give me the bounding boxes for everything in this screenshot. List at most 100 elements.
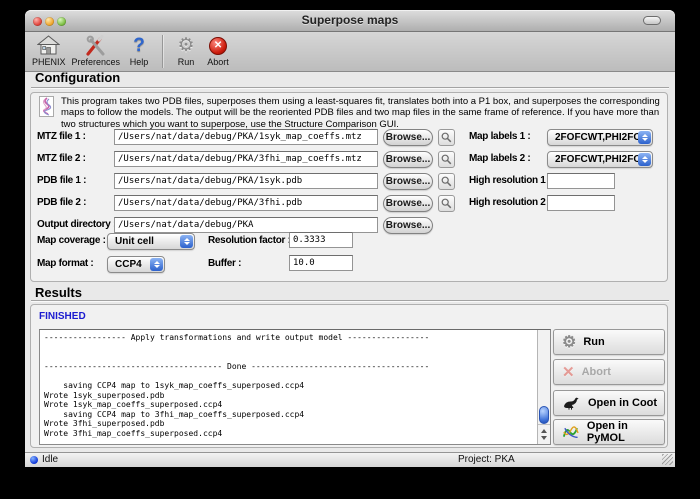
map-coverage-dropdown[interactable]: Unit cell [107,233,195,250]
status-bar: Idle Project: PKA [25,452,675,467]
program-description: This program takes two PDB files, superp… [61,96,661,130]
map-coverage-label: Map coverage : [37,235,106,246]
mtz-file-2-view-button[interactable] [438,151,455,168]
magnifier-icon [441,132,452,143]
zoom-button[interactable] [57,17,66,26]
toolbar-item-run[interactable]: ⚙ Run [173,34,199,67]
abort-x-icon: ✕ [562,363,575,381]
pdb-file-1-view-button[interactable] [438,173,455,190]
configuration-panel: This program takes two PDB files, superp… [30,92,668,282]
mtz-file-2-label: MTZ file 2 : [37,153,86,164]
resolution-factor-label: Resolution factor : [208,235,291,246]
dropdown-stepper-icon [638,131,651,144]
toolbar-item-label: Abort [207,57,229,67]
pdb-file-2-view-button[interactable] [438,195,455,212]
help-question-icon: ? [133,35,145,57]
open-in-pymol-label: Open in PyMOL [587,420,664,444]
log-text: ----------------- Apply transformations … [40,330,550,439]
toolbar-item-help[interactable]: ? Help [126,34,152,67]
magnifier-icon [441,154,452,165]
high-resolution-2-label: High resolution 2 : [469,197,551,208]
resolution-factor-input[interactable] [289,232,353,248]
resize-grip[interactable] [662,454,673,465]
high-resolution-1-label: High resolution 1 : [469,175,551,186]
close-button[interactable] [33,17,42,26]
buffer-input[interactable] [289,255,353,271]
scrollbar-arrows[interactable] [538,424,550,444]
toolbar-toggle-button[interactable] [643,16,661,25]
scroll-up-icon[interactable] [541,429,547,433]
toolbar-item-preferences[interactable]: Preferences [72,34,121,67]
toolbar-item-label: Preferences [72,57,121,67]
abort-button[interactable]: ✕ Abort [553,359,665,385]
results-panel: FINISHED ----------------- Apply transfo… [30,304,668,448]
toolbar-item-phenix[interactable]: PHENIX [32,34,66,67]
mtz-file-1-label: MTZ file 1 : [37,131,86,142]
protein-ribbon-icon [39,96,54,117]
map-format-dropdown[interactable]: CCP4 [107,256,165,273]
map-labels-1-dropdown[interactable]: 2FOFCWT,PHI2FOF... [547,129,653,146]
output-directory-browse-button[interactable]: Browse... [383,217,433,234]
toolbar-item-label: PHENIX [32,57,66,67]
phenix-home-icon [37,34,60,57]
project-label: Project: PKA [458,454,515,465]
pdb-file-2-browse-button[interactable]: Browse... [383,195,433,212]
output-directory-label: Output directory : [37,219,116,230]
toolbar-item-label: Help [130,57,149,67]
toolbar-item-label: Run [178,57,195,67]
run-gear-icon: ⚙ [562,332,576,352]
high-resolution-1-input[interactable] [547,173,615,189]
run-button[interactable]: ⚙ Run [553,329,665,355]
map-coverage-value: Unit cell [115,236,154,247]
window-title: Superpose maps [25,10,675,31]
run-button-label: Run [583,336,604,348]
map-labels-2-label: Map labels 2 : [469,153,530,164]
log-output[interactable]: ----------------- Apply transformations … [39,329,551,445]
pdb-file-2-input[interactable] [114,195,378,211]
dropdown-stepper-icon [150,258,163,271]
output-directory-input[interactable] [114,217,378,233]
scroll-down-icon[interactable] [541,436,547,440]
pdb-file-2-label: PDB file 2 : [37,197,86,208]
magnifier-icon [441,176,452,187]
status-indicator-icon [30,456,38,464]
mtz-file-2-input[interactable] [114,151,378,167]
pdb-file-1-browse-button[interactable]: Browse... [383,173,433,190]
divider [31,87,669,88]
mtz-file-1-view-button[interactable] [438,129,455,146]
dropdown-stepper-icon [638,153,651,166]
status-badge: FINISHED [39,311,86,322]
app-window: Superpose maps PHENIX [25,10,675,467]
map-labels-2-dropdown[interactable]: 2FOFCWT,PHI2FOF... [547,151,653,168]
buffer-label: Buffer : [208,258,241,269]
map-format-value: CCP4 [115,259,142,270]
minimize-button[interactable] [45,17,54,26]
magnifier-icon [441,198,452,209]
scrollbar-thumb[interactable] [539,406,549,424]
divider [31,300,669,301]
title-bar[interactable]: Superpose maps [25,10,675,32]
pdb-file-1-input[interactable] [114,173,378,189]
dropdown-stepper-icon [180,235,193,248]
open-in-coot-button[interactable]: Open in Coot [553,390,665,416]
open-in-coot-label: Open in Coot [588,397,657,409]
mtz-file-2-browse-button[interactable]: Browse... [383,151,433,168]
status-text: Idle [42,454,58,465]
configuration-heading: Configuration [35,70,120,85]
abort-button-label: Abort [582,366,611,378]
map-format-label: Map format : [37,258,93,269]
abort-x-icon: ✕ [209,37,227,55]
open-in-pymol-button[interactable]: Open in PyMOL [553,419,665,445]
pdb-file-1-label: PDB file 1 : [37,175,86,186]
mtz-file-1-browse-button[interactable]: Browse... [383,129,433,146]
toolbar: PHENIX Preferences ? Help ⚙ Run ✕ Abo [25,32,675,72]
high-resolution-2-input[interactable] [547,195,615,211]
coot-bird-icon [562,396,581,410]
toolbar-item-abort[interactable]: ✕ Abort [205,34,231,67]
log-scrollbar[interactable] [537,330,550,444]
map-labels-1-label: Map labels 1 : [469,131,530,142]
mtz-file-1-input[interactable] [114,129,378,145]
toolbar-separator [162,35,163,68]
preferences-tools-icon [84,34,107,57]
pymol-ribbon-icon [562,424,580,440]
